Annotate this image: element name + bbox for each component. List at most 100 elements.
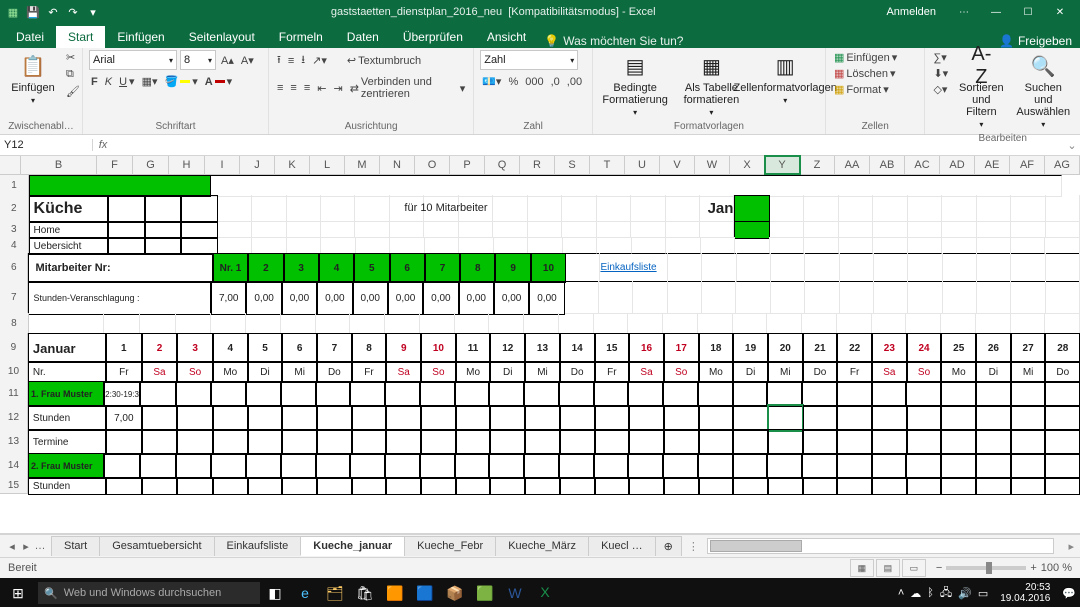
cell[interactable]: [805, 281, 839, 314]
cell[interactable]: [803, 477, 838, 495]
cell[interactable]: 19: [733, 333, 768, 363]
cell[interactable]: [1011, 221, 1045, 238]
cell[interactable]: [803, 405, 838, 431]
align-middle-button[interactable]: ≡: [286, 54, 296, 68]
percent-button[interactable]: %: [506, 75, 520, 89]
cell[interactable]: [837, 429, 872, 455]
column-header[interactable]: G: [133, 156, 169, 174]
cell[interactable]: [599, 281, 633, 314]
cell[interactable]: [29, 175, 211, 197]
cell[interactable]: 0,00: [494, 281, 529, 315]
cell[interactable]: 0,00: [529, 281, 564, 315]
ribbon-tab-einfügen[interactable]: Einfügen: [105, 26, 176, 48]
row-header[interactable]: 1: [0, 175, 29, 196]
cell[interactable]: [872, 477, 907, 495]
cell[interactable]: 0,00: [423, 281, 458, 315]
cell[interactable]: [281, 453, 316, 479]
cell[interactable]: 20: [768, 333, 803, 363]
cell[interactable]: [142, 429, 178, 455]
cell[interactable]: [317, 405, 352, 431]
account-login[interactable]: Anmelden: [886, 6, 936, 18]
cell[interactable]: [873, 195, 907, 222]
cell[interactable]: 0,00: [388, 281, 423, 315]
taskbar-edge-icon[interactable]: e: [290, 578, 320, 607]
ribbon-tab-formeln[interactable]: Formeln: [267, 26, 335, 48]
sheet-tab[interactable]: Einkaufsliste: [214, 536, 302, 556]
cell[interactable]: [350, 381, 385, 407]
cell[interactable]: 24: [907, 333, 942, 363]
cell[interactable]: 21: [803, 333, 838, 363]
font-name-combo[interactable]: Arial▾: [89, 50, 177, 70]
cell[interactable]: 25: [941, 333, 976, 363]
taskbar-clock[interactable]: 20:53 19.04.2016: [1000, 582, 1050, 604]
cell[interactable]: [941, 477, 976, 495]
cell[interactable]: [352, 405, 387, 431]
cell[interactable]: [455, 453, 490, 479]
cell[interactable]: [840, 253, 874, 282]
cell[interactable]: [489, 313, 524, 334]
tab-split-icon[interactable]: ⋮: [688, 540, 699, 553]
cell[interactable]: Nr.: [28, 361, 106, 383]
cell[interactable]: [908, 253, 942, 282]
cell[interactable]: 5: [354, 253, 389, 283]
cell[interactable]: 22: [837, 333, 872, 363]
conditional-format-button[interactable]: ▤Bedingte Formatierung▾: [599, 50, 671, 119]
cell[interactable]: 0,00: [246, 281, 281, 315]
column-header[interactable]: L: [310, 156, 345, 174]
cell[interactable]: [698, 381, 733, 407]
cell[interactable]: [1045, 405, 1080, 431]
format-cells-button[interactable]: ▦Format▾: [832, 82, 891, 97]
cell[interactable]: [321, 237, 355, 254]
view-pagebreak-button[interactable]: ▭: [902, 559, 926, 577]
cell[interactable]: [733, 313, 768, 334]
cell[interactable]: 12:30-19:30: [104, 381, 140, 407]
row-header[interactable]: 10: [0, 361, 28, 382]
cell[interactable]: [628, 313, 663, 334]
cell[interactable]: [140, 381, 176, 407]
cell[interactable]: [942, 237, 976, 254]
close-button[interactable]: ✕: [1046, 2, 1074, 22]
cell[interactable]: [489, 381, 524, 407]
formula-expand-icon[interactable]: ⌄: [1064, 139, 1080, 152]
cell[interactable]: Mi: [768, 361, 803, 383]
cell[interactable]: [420, 453, 455, 479]
column-header[interactable]: F: [97, 156, 133, 174]
indent-inc-button[interactable]: ⇥: [331, 81, 344, 96]
copy-button[interactable]: ⧉: [64, 67, 76, 82]
cell[interactable]: [942, 195, 976, 222]
cell[interactable]: [177, 477, 213, 495]
qat-undo-icon[interactable]: ↶: [46, 5, 60, 19]
cell[interactable]: [768, 477, 803, 495]
cell[interactable]: 4: [319, 253, 354, 283]
ribbon-tab-überprüfen[interactable]: Überprüfen: [391, 26, 475, 48]
cell[interactable]: 7: [317, 333, 352, 363]
row-header[interactable]: 15: [0, 477, 28, 494]
cell[interactable]: [1046, 221, 1080, 238]
cell[interactable]: [1011, 237, 1045, 254]
cell[interactable]: [668, 253, 702, 282]
cell[interactable]: [385, 453, 420, 479]
insert-cells-button[interactable]: ▦Einfügen▾: [832, 50, 899, 65]
cell[interactable]: [140, 453, 176, 479]
cell[interactable]: Fr: [837, 361, 872, 383]
cell[interactable]: [1045, 453, 1080, 479]
cell[interactable]: Sa: [386, 361, 421, 383]
cell[interactable]: [282, 429, 317, 455]
cell[interactable]: [977, 281, 1011, 314]
cell[interactable]: [837, 381, 872, 407]
cell[interactable]: [29, 313, 104, 334]
cell[interactable]: 11: [456, 333, 491, 363]
employee-name[interactable]: 1. Frau Muster: [28, 381, 104, 407]
cell[interactable]: [213, 405, 248, 431]
cell[interactable]: [350, 453, 385, 479]
cell[interactable]: 28: [1045, 333, 1080, 363]
cell[interactable]: [702, 281, 736, 314]
cell[interactable]: [456, 477, 491, 495]
cell[interactable]: [425, 237, 459, 254]
link-einkaufsliste[interactable]: Einkaufsliste: [600, 253, 668, 282]
tray-bluetooth-icon[interactable]: ᛒ: [927, 587, 934, 599]
cell[interactable]: [873, 237, 907, 254]
cell[interactable]: [211, 453, 246, 479]
cell[interactable]: [1046, 253, 1080, 282]
cell[interactable]: [248, 405, 283, 431]
